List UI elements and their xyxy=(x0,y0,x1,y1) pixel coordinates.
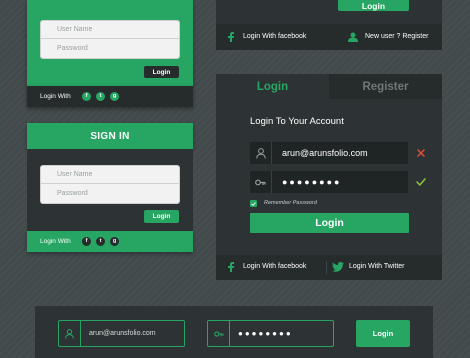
facebook-icon xyxy=(228,32,234,42)
tab-register[interactable]: Register xyxy=(329,74,442,99)
login-card-1: User Name Password Login xyxy=(27,0,193,86)
login-button[interactable]: Login xyxy=(144,210,179,223)
twitter-icon[interactable]: t xyxy=(96,92,105,101)
password-value: ●●●●●●●● xyxy=(238,329,293,338)
email-value: arun@arunsfolio.com xyxy=(282,148,368,158)
sign-in-card-body: User Name Password Login xyxy=(27,149,193,231)
social-login-label: Login With xyxy=(40,238,71,245)
tab-register-label: Register xyxy=(362,80,409,93)
user-icon xyxy=(348,32,358,42)
login-panel-footer: Login With facebook New user ? Register xyxy=(216,24,442,50)
tab-login-label: Login xyxy=(256,80,289,93)
user-icon xyxy=(59,321,81,346)
password-field[interactable]: Password xyxy=(40,39,180,59)
username-field[interactable]: User Name xyxy=(40,165,180,184)
login-panel-social-footer: Login With facebook Login With Twitter xyxy=(216,255,442,280)
facebook-icon xyxy=(228,262,234,272)
password-value: ●●●●●●●● xyxy=(282,177,342,187)
register-link[interactable]: New user ? Register xyxy=(365,33,428,40)
login-panel-top: Login xyxy=(216,0,442,24)
key-icon xyxy=(208,321,230,346)
password-field[interactable]: ●●●●●●●● xyxy=(250,171,408,193)
footer-divider xyxy=(326,261,327,274)
remember-label: Remember Password xyxy=(264,200,317,206)
password-field[interactable]: Password xyxy=(40,184,180,204)
tab-login[interactable]: Login xyxy=(216,74,329,99)
facebook-icon[interactable]: f xyxy=(82,92,91,101)
user-icon xyxy=(250,142,272,164)
facebook-login-link[interactable]: Login With facebook xyxy=(243,33,306,40)
inline-login-bar: arun@arunsfolio.com ●●●●●●●● Login xyxy=(35,306,433,358)
sign-in-header: SIGN IN xyxy=(27,123,193,149)
key-icon xyxy=(250,171,272,193)
email-field[interactable]: arun@arunsfolio.com xyxy=(58,320,185,347)
login-card-1-footer: Login With f t g xyxy=(27,86,193,107)
valid-check-icon xyxy=(416,178,426,186)
facebook-icon[interactable]: f xyxy=(82,237,91,246)
remember-checkbox[interactable] xyxy=(250,200,257,207)
sign-in-card-footer: Login With f t g xyxy=(27,231,193,252)
login-button[interactable]: Login xyxy=(356,320,410,347)
panel-heading: Login To Your Account xyxy=(250,116,344,127)
login-button[interactable]: Login xyxy=(144,66,179,78)
facebook-login-link[interactable]: Login With facebook xyxy=(243,263,306,270)
twitter-login-link[interactable]: Login With Twitter xyxy=(349,263,405,270)
login-button[interactable]: Login xyxy=(338,0,409,11)
checkmark-icon xyxy=(251,201,256,206)
google-plus-icon[interactable]: g xyxy=(110,237,119,246)
sign-in-title: SIGN IN xyxy=(90,130,130,142)
username-field[interactable]: User Name xyxy=(40,20,180,39)
password-field[interactable]: ●●●●●●●● xyxy=(207,320,334,347)
login-button[interactable]: Login xyxy=(250,213,409,233)
twitter-icon[interactable]: t xyxy=(96,237,105,246)
email-field[interactable]: arun@arunsfolio.com xyxy=(250,142,408,164)
error-x-icon xyxy=(417,149,425,157)
social-login-label: Login With xyxy=(40,93,71,100)
login-panel-body: Login To Your Account arun@arunsfolio.co… xyxy=(216,99,442,255)
google-plus-icon[interactable]: g xyxy=(110,92,119,101)
twitter-icon xyxy=(332,262,344,272)
email-value: arun@arunsfolio.com xyxy=(89,330,156,337)
